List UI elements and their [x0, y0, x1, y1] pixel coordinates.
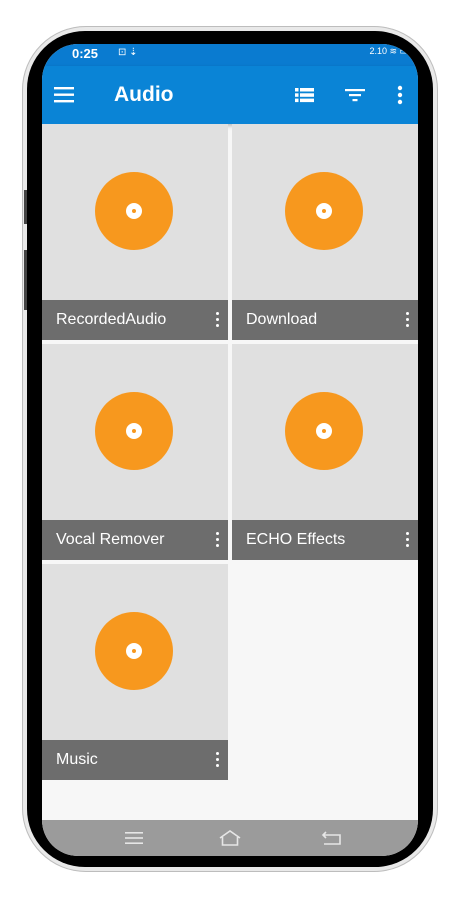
recents-icon[interactable] — [122, 828, 146, 848]
status-right-icons: 2.10 ≋ ▭ — [369, 46, 408, 56]
more-vert-icon[interactable] — [212, 752, 222, 772]
folder-tile[interactable]: RecordedAudio — [42, 124, 228, 340]
folder-tile[interactable]: ECHO Effects — [232, 344, 418, 560]
folder-name: RecordedAudio — [56, 311, 167, 328]
more-vert-icon[interactable] — [212, 532, 222, 552]
list-view-icon[interactable] — [292, 82, 318, 108]
folder-tile[interactable]: Vocal Remover — [42, 344, 228, 560]
back-icon[interactable] — [320, 828, 344, 848]
audio-disc-icon — [95, 612, 173, 690]
side-button-volume-down — [24, 250, 27, 310]
more-vert-icon[interactable] — [402, 312, 412, 332]
audio-disc-icon — [285, 172, 363, 250]
folder-caption: Download — [232, 300, 418, 340]
folder-name: Download — [246, 311, 318, 328]
audio-disc-icon — [285, 392, 363, 470]
screen: 0:25 ⊡ ⇣ 2.10 ≋ ▭ Audio RecordedAudio Do… — [42, 44, 418, 856]
audio-disc-icon — [95, 392, 173, 470]
folder-name: ECHO Effects — [246, 531, 346, 548]
app-bar: Audio — [42, 66, 418, 124]
folder-name: Music — [56, 751, 98, 768]
folder-tile[interactable]: Music — [42, 564, 228, 780]
more-vert-icon[interactable] — [387, 82, 413, 108]
status-notification-icons: ⊡ ⇣ — [118, 47, 138, 58]
audio-disc-icon — [95, 172, 173, 250]
folder-name: Vocal Remover — [56, 531, 165, 548]
home-icon[interactable] — [218, 828, 242, 848]
folder-caption: RecordedAudio — [42, 300, 228, 340]
folder-caption: Music — [42, 740, 228, 780]
side-button-volume-up — [24, 190, 27, 224]
status-time: 0:25 — [72, 46, 99, 61]
more-vert-icon[interactable] — [212, 312, 222, 332]
status-bar: 0:25 ⊡ ⇣ 2.10 ≋ ▭ — [42, 44, 418, 66]
folder-caption: ECHO Effects — [232, 520, 418, 560]
system-nav-bar — [42, 820, 418, 856]
folder-caption: Vocal Remover — [42, 520, 228, 560]
page-title: Audio — [114, 83, 174, 106]
folder-tile[interactable]: Download — [232, 124, 418, 340]
filter-icon[interactable] — [342, 82, 368, 108]
hamburger-icon[interactable] — [54, 83, 76, 107]
more-vert-icon[interactable] — [402, 532, 412, 552]
